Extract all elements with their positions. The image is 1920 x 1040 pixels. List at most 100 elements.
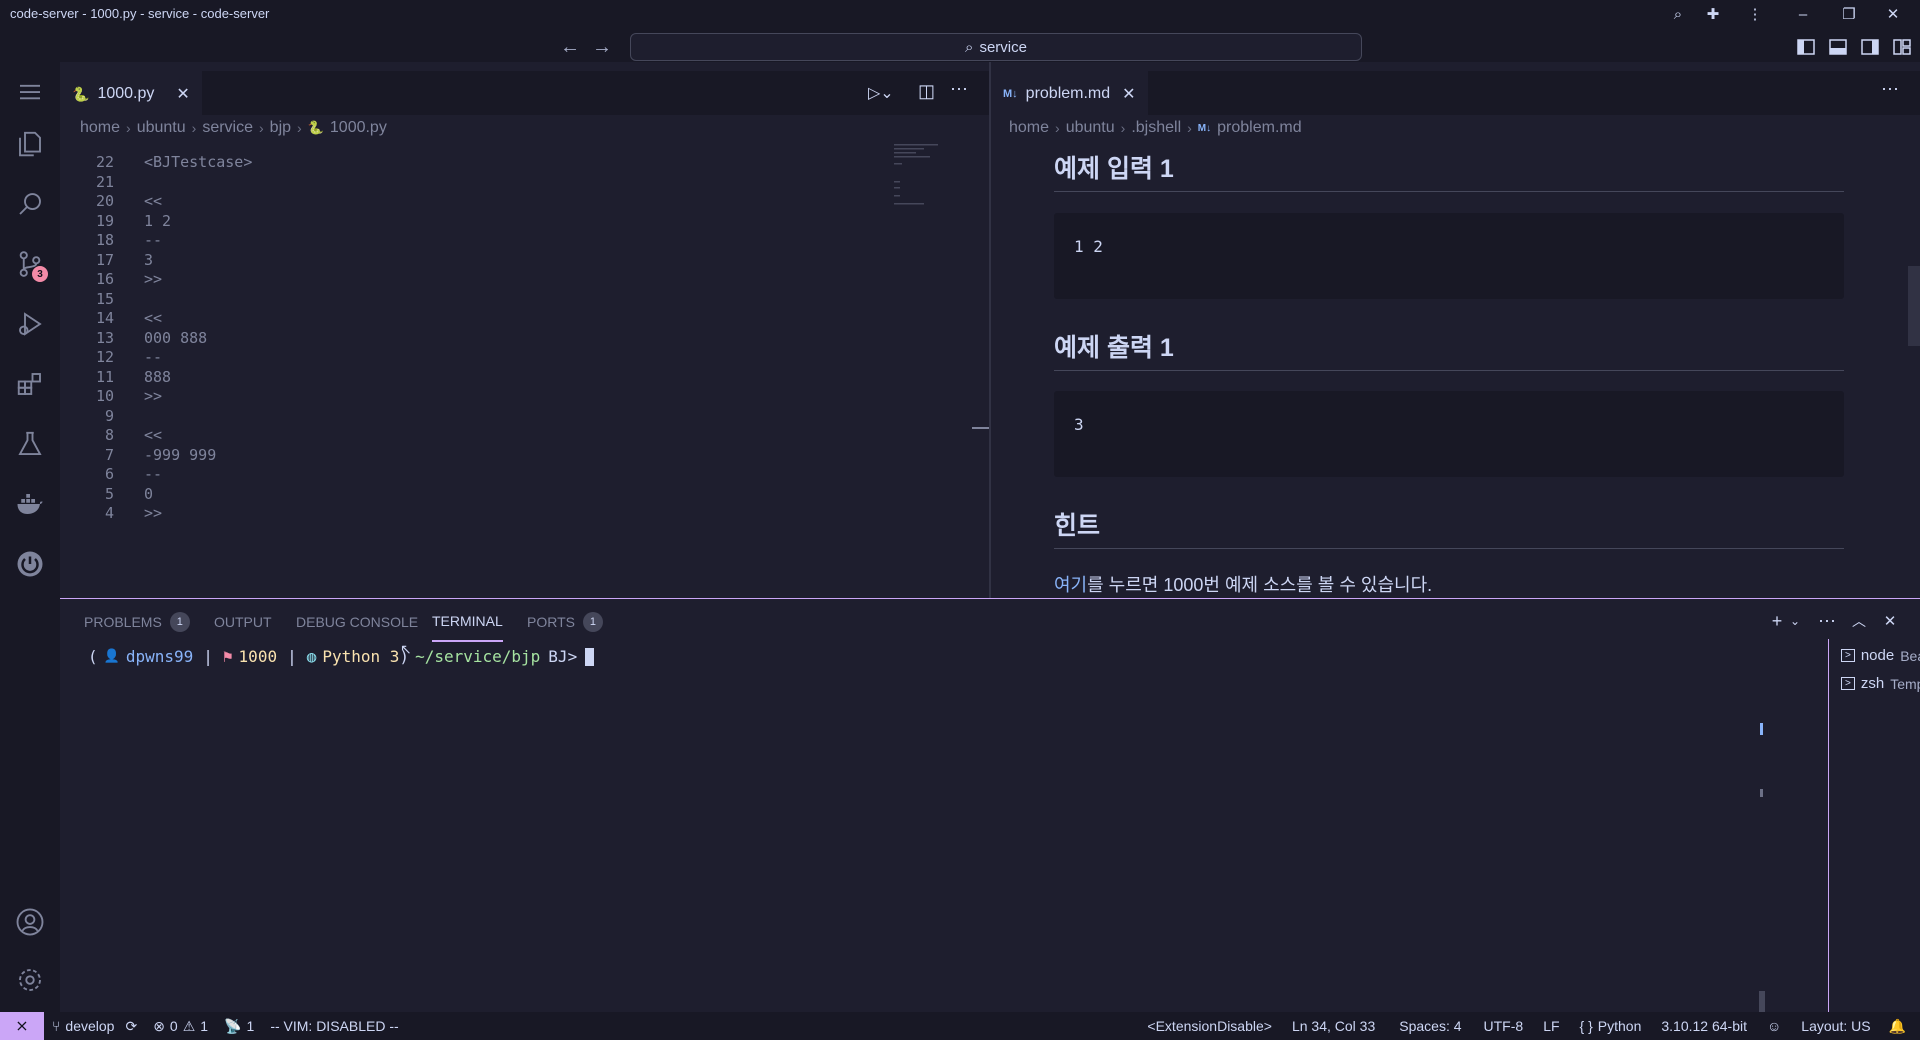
remote-indicator-icon[interactable]: ⨯ [0, 1012, 44, 1040]
account-icon[interactable] [0, 898, 60, 946]
close-tab-icon[interactable]: ✕ [1122, 84, 1135, 104]
ports-indicator[interactable]: 📡 1 [216, 1018, 262, 1035]
terminal-item-zsh[interactable]: > zsh Template [1841, 675, 1920, 692]
tab-debug-console[interactable]: DEBUG CONSOLE [296, 599, 418, 645]
python-interpreter[interactable]: 3.10.12 64-bit [1651, 1018, 1757, 1034]
breadcrumb-item[interactable]: problem.md [1217, 119, 1301, 137]
divider [1054, 370, 1844, 371]
extension-status[interactable]: <ExtensionDisable> [1139, 1018, 1280, 1034]
cursor-position[interactable]: Ln 34, Col 33 [1280, 1018, 1387, 1034]
breadcrumb-item[interactable]: home [1009, 119, 1049, 137]
split-editor-icon[interactable]: ◫ [918, 81, 935, 102]
code-line[interactable]: -- [144, 231, 162, 249]
hint-link[interactable]: 여기 [1054, 575, 1087, 595]
code-line[interactable]: 1 2 [144, 212, 171, 230]
toggle-secondary-sidebar-icon[interactable] [1857, 36, 1883, 58]
restore-icon[interactable]: ❐ [1836, 4, 1862, 24]
code-line[interactable]: 000 888 [144, 329, 207, 347]
command-center-search[interactable]: ⌕ service [630, 33, 1362, 61]
search-icon[interactable] [0, 180, 60, 228]
toggle-primary-sidebar-icon[interactable] [1793, 36, 1819, 58]
terminal-item-node[interactable]: > node Beakjo... [1841, 647, 1920, 664]
tab-ports[interactable]: PORTS 1 [527, 599, 603, 645]
minimize-icon[interactable]: – [1790, 4, 1816, 24]
breadcrumb-item[interactable]: .bjshell [1131, 119, 1181, 137]
code-line[interactable]: >> [144, 270, 162, 288]
editor-tab-bar-right: M↓ problem.md ✕ ⋯ [991, 71, 1920, 115]
language-label: Python [1597, 1018, 1642, 1034]
code-line[interactable]: << [144, 426, 162, 444]
code-line[interactable]: -- [144, 348, 162, 366]
source-control-badge: 3 [32, 266, 48, 282]
language-mode[interactable]: { } Python [1570, 1018, 1652, 1034]
minimap[interactable] [892, 141, 952, 211]
problems-indicator[interactable]: ⊗ 0 ⚠ 1 [145, 1018, 216, 1035]
breadcrumb-item[interactable]: 1000.py [330, 119, 387, 137]
notifications-bell-icon[interactable]: 🔔 [1881, 1018, 1920, 1035]
sash-handle[interactable] [972, 427, 989, 429]
code-line[interactable]: >> [144, 387, 162, 405]
code-line[interactable]: << [144, 309, 162, 327]
vim-status[interactable]: -- VIM: DISABLED -- [262, 1018, 406, 1034]
chevron-down-icon[interactable]: ⌄ [1783, 609, 1807, 633]
maximize-panel-icon[interactable]: ︿ [1847, 609, 1871, 633]
code-line[interactable]: <BJTestcase> [144, 153, 252, 171]
extensions-icon[interactable] [0, 360, 60, 408]
extensions-puzzle-icon[interactable]: ✚ [1700, 4, 1726, 24]
tab-problem-md[interactable]: M↓ problem.md ✕ [991, 71, 1148, 115]
copilot-icon[interactable]: ☺ [1757, 1018, 1791, 1034]
settings-gear-icon[interactable] [0, 956, 60, 1004]
code-line[interactable]: 3 [144, 251, 153, 269]
end-of-line[interactable]: LF [1533, 1018, 1569, 1034]
ports-count: 1 [246, 1018, 255, 1034]
breadcrumb-item[interactable]: service [202, 119, 253, 137]
zoom-icon[interactable]: ⌕ [1665, 4, 1691, 24]
code-line[interactable]: >> [144, 504, 162, 522]
close-tab-icon[interactable]: ✕ [176, 84, 189, 104]
code-line[interactable]: << [144, 192, 162, 210]
close-window-icon[interactable]: ✕ [1880, 4, 1906, 24]
tab-output[interactable]: OUTPUT [214, 599, 272, 645]
code-line[interactable]: 888 [144, 368, 171, 386]
back-arrow-icon[interactable]: ← [560, 36, 580, 59]
breadcrumb-item[interactable]: ubuntu [137, 119, 186, 137]
encoding[interactable]: UTF-8 [1474, 1018, 1534, 1034]
code-line[interactable]: -- [144, 465, 162, 483]
tab-terminal[interactable]: TERMINAL [432, 602, 503, 642]
more-vertical-icon[interactable]: ⋮ [1742, 4, 1768, 24]
line-number: 16 [95, 270, 114, 288]
line-number: 20 [95, 192, 114, 210]
tab-1000-py[interactable]: 🐍 1000.py ✕ [60, 71, 202, 115]
terminal-scrollbar[interactable] [1759, 991, 1765, 1013]
breadcrumb-item[interactable]: ubuntu [1066, 119, 1115, 137]
hint-heading: 힌트 [1054, 512, 1101, 540]
ports-badge: 1 [582, 612, 603, 632]
tab-problems[interactable]: PROBLEMS 1 [84, 599, 190, 645]
code-editor[interactable]: 22 <BJTestcase> 21 20 << 19 1 2 18 -- 17 3 16 >> 15 14… [60, 141, 989, 598]
close-panel-icon[interactable]: ✕ [1878, 609, 1902, 633]
toggle-panel-icon[interactable] [1825, 36, 1851, 58]
code-line[interactable]: -999 999 [144, 446, 216, 464]
breadcrumb-item[interactable]: bjp [270, 119, 291, 137]
docker-icon[interactable] [0, 480, 60, 528]
more-actions-icon[interactable]: ⋯ [1881, 79, 1899, 100]
explorer-icon[interactable] [0, 120, 60, 168]
run-file-icon[interactable]: ▷⌄ [868, 83, 894, 103]
warning-count: 1 [200, 1018, 209, 1034]
keyboard-layout[interactable]: Layout: US [1791, 1018, 1880, 1034]
testing-flask-icon[interactable] [0, 420, 60, 468]
indentation[interactable]: Spaces: 4 [1387, 1018, 1473, 1034]
code-line[interactable]: 0 [144, 485, 153, 503]
breadcrumb-item[interactable]: home [80, 119, 120, 137]
customize-layout-icon[interactable] [1889, 36, 1915, 58]
more-actions-icon[interactable]: ⋯ [1815, 609, 1839, 633]
source-control-icon[interactable]: 3 [0, 240, 60, 288]
power-icon[interactable] [0, 540, 60, 588]
forward-arrow-icon[interactable]: → [592, 36, 612, 59]
branch-indicator[interactable]: ⑂ develop ⟳ [44, 1018, 145, 1035]
preview-scrollbar[interactable] [1908, 266, 1920, 346]
terminal-prompt[interactable]: ( 👤 dpwns99 | ⚑ 1000 | ◍ Python 3 ) ~/se… [88, 647, 595, 666]
run-debug-icon[interactable] [0, 300, 60, 348]
menu-hamburger-icon[interactable] [0, 68, 60, 116]
more-actions-icon[interactable]: ⋯ [950, 79, 968, 100]
